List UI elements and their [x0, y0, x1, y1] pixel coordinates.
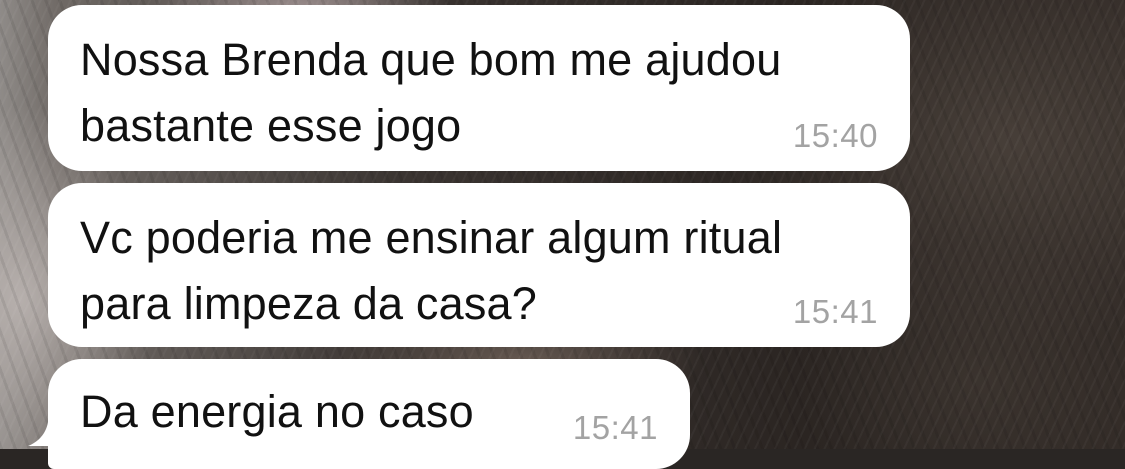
- message-text: Da energia no caso: [80, 386, 474, 437]
- incoming-message-bubble[interactable]: Nossa Brenda que bom me ajudou bastante …: [48, 5, 910, 171]
- message-text: Vc poderia me ensinar algum ritual para …: [80, 212, 783, 329]
- message-timestamp: 15:40: [792, 117, 878, 154]
- message-timestamp: 15:41: [792, 293, 878, 330]
- message-timestamp: 15:41: [572, 409, 658, 446]
- incoming-message-bubble[interactable]: Vc poderia me ensinar algum ritual para …: [48, 183, 910, 347]
- incoming-message-bubble[interactable]: Da energia no caso 15:41: [48, 359, 690, 469]
- message-list[interactable]: Nossa Brenda que bom me ajudou bastante …: [0, 0, 1125, 469]
- message-text: Nossa Brenda que bom me ajudou bastante …: [80, 34, 782, 151]
